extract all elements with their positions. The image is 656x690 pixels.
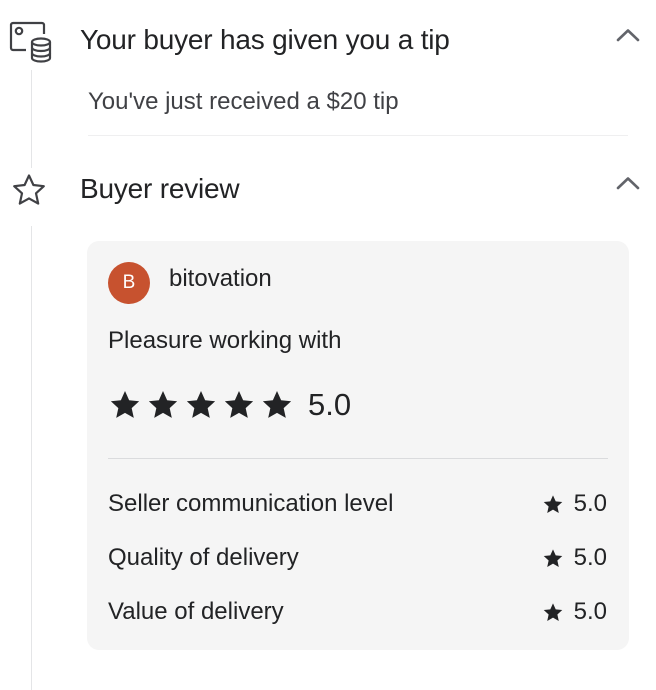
rating-label: Quality of delivery (108, 544, 299, 571)
rating-value: 5.0 (573, 544, 607, 571)
review-card: B bitovation Pleasure working with 5.0 S… (87, 241, 629, 650)
rating-label: Value of delivery (108, 598, 284, 625)
star-filled-icon (186, 391, 216, 418)
rating-value: 5.0 (573, 490, 607, 517)
star-filled-icon (148, 391, 178, 418)
divider (88, 135, 628, 136)
collapse-tip-chevron-up-icon[interactable] (616, 28, 640, 42)
overall-score: 5.0 (308, 387, 352, 422)
star-filled-icon (110, 391, 140, 418)
tip-message: You've just received a $20 tip (88, 88, 399, 115)
rating-row-quality: Quality of delivery 5.0 (108, 543, 607, 573)
rating-value: 5.0 (573, 598, 607, 625)
star-filled-icon (543, 494, 562, 513)
review-text: Pleasure working with (108, 327, 342, 354)
reviewer-name[interactable]: bitovation (169, 265, 272, 293)
tip-section-title: Your buyer has given you a tip (80, 24, 450, 55)
tip-money-icon (9, 21, 52, 63)
timeline-line (31, 226, 32, 690)
rating-row-value: Value of delivery 5.0 (108, 597, 607, 627)
star-filled-icon (543, 548, 562, 567)
avatar[interactable]: B (108, 262, 150, 304)
overall-rating: 5.0 (108, 387, 351, 423)
divider (108, 458, 608, 459)
review-section-title: Buyer review (80, 173, 240, 204)
star-filled-icon (262, 391, 292, 418)
star-filled-icon (543, 602, 562, 621)
timeline-line (31, 70, 32, 168)
rating-label: Seller communication level (108, 490, 394, 517)
star-filled-icon (224, 391, 254, 418)
star-outline-icon (13, 174, 45, 205)
collapse-review-chevron-up-icon[interactable] (616, 176, 640, 190)
rating-row-communication: Seller communication level 5.0 (108, 489, 607, 519)
